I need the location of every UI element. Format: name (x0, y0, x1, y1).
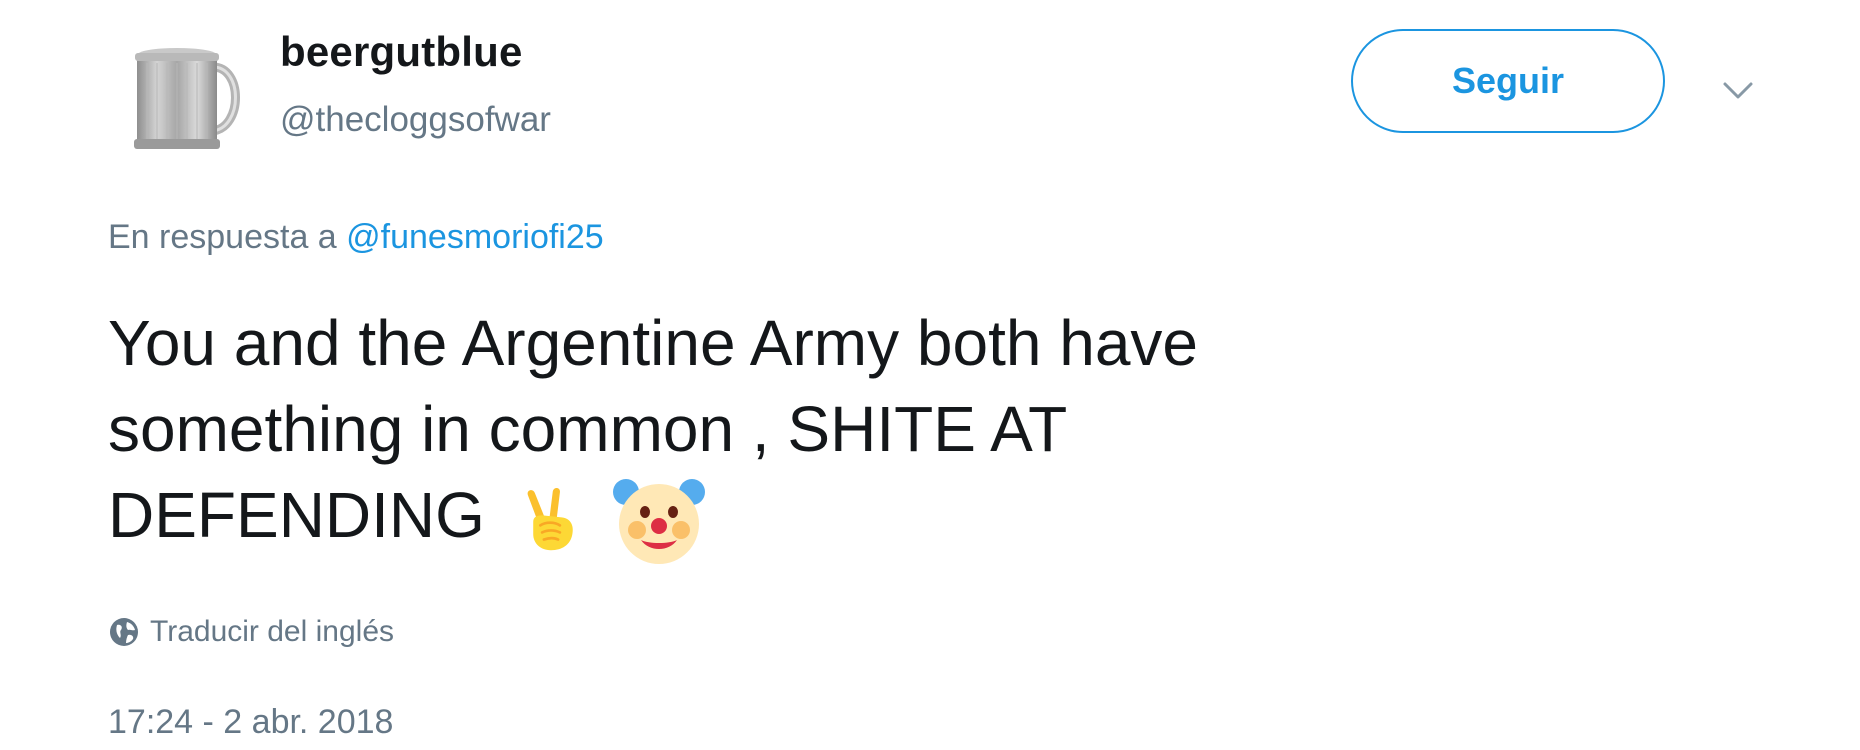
reply-context: En respuesta a @funesmoriofi25 (108, 218, 604, 257)
tweet-text: You and the Argentine Army both have som… (108, 300, 1668, 568)
clown-face-emoji (611, 472, 707, 568)
pewter-tankard-icon (125, 35, 250, 160)
display-name[interactable]: beergutblue (280, 28, 523, 76)
more-options-button[interactable] (1718, 70, 1758, 110)
globe-icon (108, 616, 140, 648)
tweet-timestamp[interactable]: 17:24 - 2 abr. 2018 (108, 703, 393, 742)
tweet-card: beergutblue @thecloggsofwar Seguir En re… (0, 0, 1860, 750)
tweet-text-line: You and the Argentine Army both have (108, 307, 1198, 379)
reply-prefix: En respuesta a (108, 218, 337, 256)
tweet-text-line: something in common , SHITE AT (108, 393, 1068, 465)
reply-mention-link[interactable]: @funesmoriofi25 (346, 218, 604, 256)
victory-hand-emoji (519, 486, 583, 554)
translate-label: Traducir del inglés (150, 615, 394, 648)
chevron-down-icon (1723, 82, 1753, 99)
avatar[interactable] (125, 35, 250, 160)
tweet-text-segment: DEFENDING (108, 479, 485, 551)
tweet-text-line-last: DEFENDING (108, 472, 1668, 568)
translate-link[interactable]: Traducir del inglés (108, 615, 394, 649)
user-handle[interactable]: @thecloggsofwar (280, 100, 551, 140)
follow-button[interactable]: Seguir (1351, 29, 1665, 133)
